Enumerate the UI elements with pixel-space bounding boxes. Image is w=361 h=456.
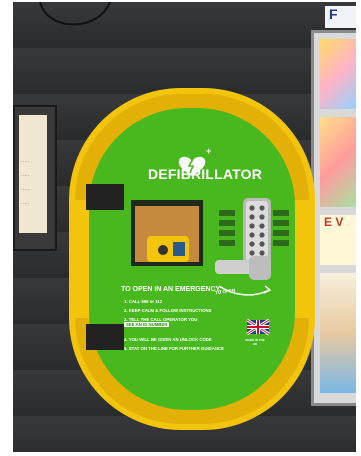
instruction-step: 3. TELL THE CALL OPERATOR YOU SEE AN ID N… <box>124 317 198 327</box>
id-number-tag: SEE AN ID NUMBER <box>124 322 170 327</box>
instruction-step: 1. CALL 999 or 112 <box>124 299 163 304</box>
emergency-heading: TO OPEN IN AN EMERGENCY: <box>121 286 222 293</box>
brand-label: DEFIBRILLATOR <box>148 166 263 182</box>
hinge-icon <box>86 324 124 350</box>
poster-letters: E V <box>320 215 356 265</box>
poster <box>320 273 356 393</box>
instruction-step: 4. YOU WILL BE GIVEN AN UNLOCK CODE <box>124 337 212 342</box>
made-in-uk-label: MADE IN THE UK <box>245 338 265 346</box>
union-jack-icon <box>246 318 270 336</box>
noticeboard: E V <box>311 30 356 406</box>
keypad-icon[interactable] <box>243 198 271 264</box>
poster <box>320 117 356 207</box>
poster <box>320 39 356 109</box>
notice-paper: ····· ····· ····· ····· <box>19 115 47 233</box>
cable <box>39 2 111 26</box>
instruction-step: 2. KEEP CALM & FOLLOW INSTRUCTIONS <box>124 308 212 313</box>
board-corner-sign: F <box>325 6 356 28</box>
hinge-icon <box>86 184 124 210</box>
wall-scene: ····· ····· ····· ····· F E V + DEFIBRIL… <box>13 2 356 452</box>
svg-text:+: + <box>206 146 211 156</box>
framed-notice: ····· ····· ····· ····· <box>13 105 57 251</box>
instruction-list: 1. CALL 999 or 112 2. KEEP CALM & FOLLOW… <box>124 299 244 355</box>
instruction-step: 5. STAY ON THE LINE FOR FURTHER GUIDANCE <box>124 346 224 351</box>
defibrillator-cabinet[interactable]: + DEFIBRILLATOR TO OPEN IN AN EMERGENCY:… <box>69 88 315 430</box>
